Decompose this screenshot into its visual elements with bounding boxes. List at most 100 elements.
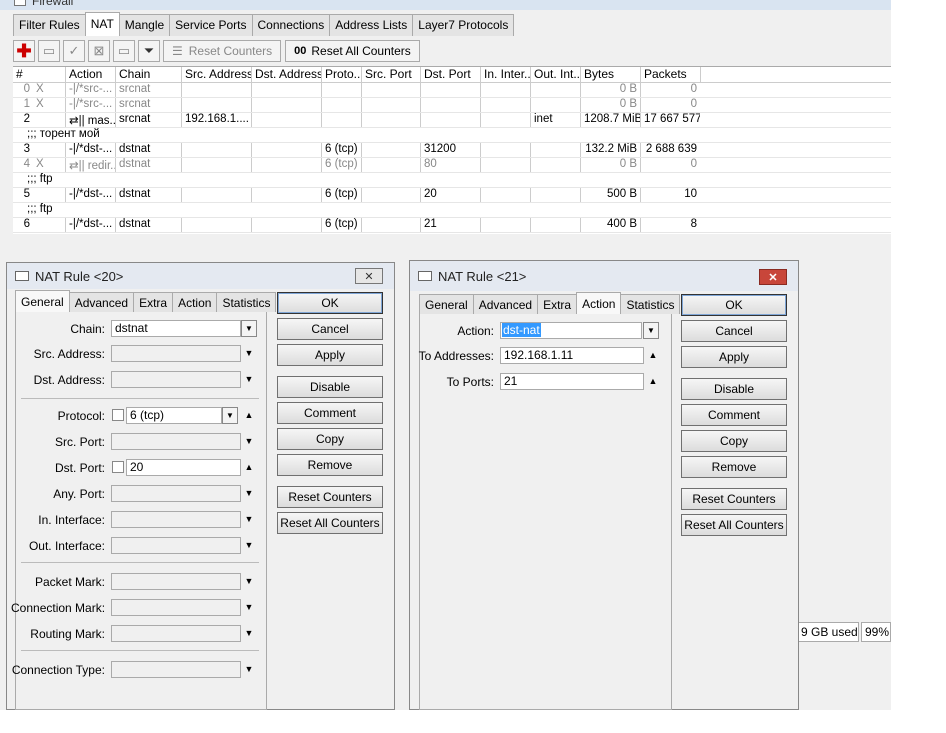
comment-row[interactable]: ;;; ftp — [13, 173, 891, 188]
packet-mark-field[interactable] — [111, 573, 241, 590]
col-header-bytes[interactable]: Bytes — [580, 67, 640, 82]
col-header-dst-port[interactable]: Dst. Port — [420, 67, 480, 82]
table-row[interactable]: 4 X ⇄|| redir... dstnat 6 (tcp) 80 0 B0 — [13, 158, 891, 173]
table-row[interactable]: 2 ⇄|| mas... srcnat 192.168.1.... inet 1208.7… — [13, 113, 891, 128]
routing-mark-expand-icon[interactable]: ▼ — [243, 628, 255, 638]
tab-advanced[interactable]: Advanced — [472, 294, 539, 314]
col-header-src-address[interactable]: Src. Address — [181, 67, 251, 82]
table-row[interactable]: 3 -|/*dst-... dstnat 6 (tcp) 31200 132.2 MiB 2… — [13, 143, 891, 158]
copy-button[interactable]: Copy — [681, 430, 787, 452]
tab-nat[interactable]: NAT — [84, 12, 120, 36]
routing-mark-field[interactable] — [111, 625, 241, 642]
tab-general[interactable]: General — [419, 294, 474, 314]
in-interface-field[interactable] — [111, 511, 241, 528]
src-port-field[interactable] — [111, 433, 241, 450]
tab-extra[interactable]: Extra — [133, 292, 174, 312]
reset-all-counters-button[interactable]: Reset All Counters — [681, 514, 787, 536]
any-port-field[interactable] — [111, 485, 241, 502]
apply-button[interactable]: Apply — [681, 346, 787, 368]
action-dropdown-icon[interactable]: ▼ — [643, 322, 659, 339]
tab-general[interactable]: General — [15, 290, 70, 312]
table-row[interactable]: 1 X -|/*src-... srcnat 0 B0 — [13, 98, 891, 113]
dst-address-expand-icon[interactable]: ▼ — [243, 374, 255, 384]
col-header-out-interface[interactable]: Out. Int... — [530, 67, 580, 82]
cancel-button[interactable]: Cancel — [681, 320, 787, 342]
connection-mark-field[interactable] — [111, 599, 241, 616]
close-icon[interactable]: ✕ — [355, 268, 383, 284]
col-header-in-interface[interactable]: In. Inter... — [480, 67, 530, 82]
remove-button[interactable]: Remove — [681, 456, 787, 478]
reset-counters-button[interactable]: ☰ Reset Counters — [163, 40, 282, 62]
dst-address-field[interactable] — [111, 371, 241, 388]
table-row[interactable]: 0 X -|/*src-... srcnat 0 B0 — [13, 83, 891, 98]
tab-statistics[interactable]: Statistics — [216, 292, 277, 312]
tab-statistics[interactable]: Statistics — [620, 294, 681, 314]
tab-mangle[interactable]: Mangle — [118, 14, 171, 36]
col-header-packets[interactable]: Packets — [640, 67, 700, 82]
enable-icon[interactable]: ✓ — [63, 40, 85, 62]
table-row[interactable]: 6 -|/*dst-... dstnat 6 (tcp) 21 400 B8 — [13, 218, 891, 233]
reset-all-counters-button[interactable]: 00 Reset All Counters — [285, 40, 420, 62]
dst-port-not-checkbox[interactable] — [112, 461, 124, 473]
comment-row[interactable]: ;;; торент мой — [13, 128, 891, 143]
in-interface-expand-icon[interactable]: ▼ — [243, 514, 255, 524]
reset-counters-button[interactable]: Reset Counters — [681, 488, 787, 510]
col-header-chain[interactable]: Chain — [115, 67, 181, 82]
col-header-action[interactable]: Action — [65, 67, 115, 82]
remove-icon[interactable]: ▭ — [38, 40, 60, 62]
disable-button[interactable]: Disable — [277, 376, 383, 398]
to-addresses-field[interactable]: 192.168.1.11 — [500, 347, 644, 364]
col-header-dst-address[interactable]: Dst. Address — [251, 67, 321, 82]
tab-extra[interactable]: Extra — [537, 294, 578, 314]
src-address-field[interactable] — [111, 345, 241, 362]
close-icon[interactable]: ✕ — [759, 269, 787, 285]
comment-button[interactable]: Comment — [681, 404, 787, 426]
col-header-num[interactable]: # — [13, 67, 39, 82]
any-port-expand-icon[interactable]: ▼ — [243, 488, 255, 498]
protocol-dropdown-icon[interactable]: ▼ — [222, 407, 238, 424]
ok-button[interactable]: OK — [277, 292, 383, 314]
remove-button[interactable]: Remove — [277, 454, 383, 476]
col-header-protocol[interactable]: Proto... — [321, 67, 361, 82]
comment-icon[interactable]: ▭ — [113, 40, 135, 62]
add-icon[interactable]: ✚ — [13, 40, 35, 62]
to-addresses-collapse-icon[interactable]: ▲ — [647, 350, 659, 360]
disable-button[interactable]: Disable — [681, 378, 787, 400]
dst-port-collapse-icon[interactable]: ▲ — [243, 462, 255, 472]
col-header-src-port[interactable]: Src. Port — [361, 67, 420, 82]
filter-icon[interactable]: ⏷ — [138, 40, 160, 62]
src-address-expand-icon[interactable]: ▼ — [243, 348, 255, 358]
reset-counters-button[interactable]: Reset Counters — [277, 486, 383, 508]
dst-port-field[interactable]: 20 — [126, 459, 241, 476]
to-ports-field[interactable]: 21 — [500, 373, 644, 390]
tab-advanced[interactable]: Advanced — [68, 292, 135, 312]
tab-filter-rules[interactable]: Filter Rules — [13, 14, 86, 36]
protocol-collapse-icon[interactable]: ▲ — [243, 410, 255, 420]
ok-button[interactable]: OK — [681, 294, 787, 316]
comment-button[interactable]: Comment — [277, 402, 383, 424]
disable-icon[interactable]: ⊠ — [88, 40, 110, 62]
comment-row[interactable]: ;;; ftp — [13, 203, 891, 218]
connection-type-expand-icon[interactable]: ▼ — [243, 664, 255, 674]
packet-mark-expand-icon[interactable]: ▼ — [243, 576, 255, 586]
connection-mark-expand-icon[interactable]: ▼ — [243, 602, 255, 612]
tab-action[interactable]: Action — [172, 292, 218, 312]
chain-field[interactable]: dstnat — [111, 320, 241, 337]
table-row[interactable]: 5 -|/*dst-... dstnat 6 (tcp) 20 500 B 10 — [13, 188, 891, 203]
src-port-expand-icon[interactable]: ▼ — [243, 436, 255, 446]
apply-button[interactable]: Apply — [277, 344, 383, 366]
cancel-button[interactable]: Cancel — [277, 318, 383, 340]
connection-type-field[interactable] — [111, 661, 241, 678]
tab-layer7-protocols[interactable]: Layer7 Protocols — [412, 14, 515, 36]
to-ports-collapse-icon[interactable]: ▲ — [647, 376, 659, 386]
tab-action[interactable]: Action — [576, 292, 622, 314]
chain-dropdown-icon[interactable]: ▼ — [241, 320, 257, 337]
tab-service-ports[interactable]: Service Ports — [169, 14, 253, 36]
protocol-not-checkbox[interactable] — [112, 409, 124, 421]
action-field[interactable]: dst-nat — [500, 322, 642, 339]
copy-button[interactable]: Copy — [277, 428, 383, 450]
protocol-field[interactable]: 6 (tcp) — [126, 407, 222, 424]
out-interface-expand-icon[interactable]: ▼ — [243, 540, 255, 550]
out-interface-field[interactable] — [111, 537, 241, 554]
tab-address-lists[interactable]: Address Lists — [329, 14, 414, 36]
